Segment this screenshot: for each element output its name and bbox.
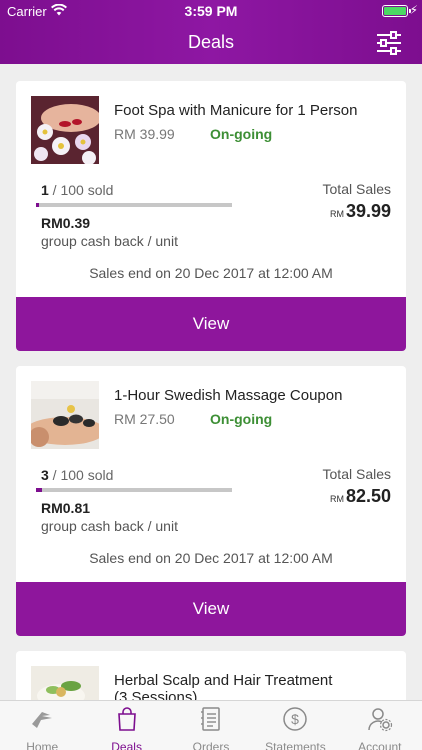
total-sales-label: Total Sales: [322, 181, 391, 197]
deal-name-line-2: (3 Sessions): [114, 689, 198, 700]
status-time: 3:59 PM: [184, 3, 238, 19]
total-sales-currency: RM: [329, 209, 344, 219]
sold-progress-fill: [36, 488, 42, 492]
battery-icon: [382, 5, 411, 17]
deal-name: 1-Hour Swedish Massage Coupon: [114, 387, 343, 404]
total-sales-currency: RM: [329, 494, 344, 504]
deal-image-massage: [31, 381, 99, 449]
orders-icon: [198, 706, 224, 737]
statements-icon: $: [282, 706, 308, 737]
deal-name: Foot Spa with Manicure for 1 Person: [114, 102, 358, 119]
total-sales-value: RM 39.99: [330, 201, 391, 222]
sold-count: 1 / 100 sold: [41, 182, 113, 198]
filter-settings-icon[interactable]: [376, 31, 402, 55]
sold-count-total: / 100 sold: [48, 467, 114, 483]
sold-progress-fill: [36, 203, 39, 207]
sold-count-value: 3: [41, 467, 49, 483]
account-icon: [367, 706, 393, 737]
deal-price: RM 27.50: [114, 411, 175, 427]
deal-name: Herbal Scalp and Hair Treatment (3 Sessi…: [114, 672, 332, 700]
view-button[interactable]: View: [16, 297, 406, 351]
app-header: Carrier 3:59 PM ⚡ Deals: [0, 0, 422, 64]
view-button[interactable]: View: [16, 582, 406, 636]
deal-card: 1-Hour Swedish Massage Coupon RM 27.50 O…: [16, 366, 406, 636]
sold-progress-bar: [36, 203, 232, 207]
cashback-label: group cash back / unit: [41, 518, 178, 534]
tab-home[interactable]: Home: [0, 701, 84, 750]
tab-label-deals: Deals: [111, 740, 142, 750]
deal-image-foot-spa: [31, 96, 99, 164]
total-sales-amount: 39.99: [345, 201, 391, 221]
sold-count-total: / 100 sold: [48, 182, 114, 198]
deal-status-badge: On-going: [210, 411, 273, 427]
deal-name-line-1: Herbal Scalp and Hair Treatment: [114, 672, 333, 689]
tab-label-statements: Statements: [265, 740, 326, 750]
cashback-value: RM0.81: [41, 500, 91, 516]
tab-statements[interactable]: $ Statements: [253, 701, 337, 750]
deal-card: Foot Spa with Manicure for 1 Person RM 3…: [16, 81, 406, 351]
tab-bar: Home Deals Orders $ Statements Account: [0, 700, 422, 750]
deals-list[interactable]: Foot Spa with Manicure for 1 Person RM 3…: [0, 64, 422, 700]
cashback-value: RM0.39: [41, 215, 91, 231]
sold-count-value: 1: [41, 182, 49, 198]
sales-end-date: Sales end on 20 Dec 2017 at 12:00 AM: [89, 550, 333, 566]
sales-end-date: Sales end on 20 Dec 2017 at 12:00 AM: [89, 265, 333, 281]
total-sales-label: Total Sales: [322, 466, 391, 482]
deal-price: RM 39.99: [114, 126, 175, 142]
svg-text:$: $: [292, 711, 300, 727]
total-sales-amount: 82.50: [345, 486, 391, 506]
tab-orders[interactable]: Orders: [169, 701, 253, 750]
deals-bag-icon: [114, 706, 140, 737]
cashback-label: group cash back / unit: [41, 233, 178, 249]
tab-deals[interactable]: Deals: [84, 701, 168, 750]
status-bar: Carrier 3:59 PM ⚡: [0, 0, 422, 22]
sold-count: 3 / 100 sold: [41, 467, 113, 483]
deal-status-badge: On-going: [210, 126, 273, 142]
tab-account[interactable]: Account: [338, 701, 422, 750]
tab-label-orders: Orders: [192, 740, 230, 750]
page-title: Deals: [187, 32, 235, 52]
charging-icon: ⚡: [409, 3, 418, 17]
tab-label-account: Account: [358, 740, 402, 750]
deal-image-herbal-scalp: [31, 666, 99, 700]
deal-card: Herbal Scalp and Hair Treatment (3 Sessi…: [16, 651, 406, 700]
sold-progress-bar: [36, 488, 232, 492]
total-sales-value: RM 82.50: [330, 486, 391, 507]
home-icon: [29, 706, 55, 737]
tab-label-home: Home: [26, 740, 59, 750]
